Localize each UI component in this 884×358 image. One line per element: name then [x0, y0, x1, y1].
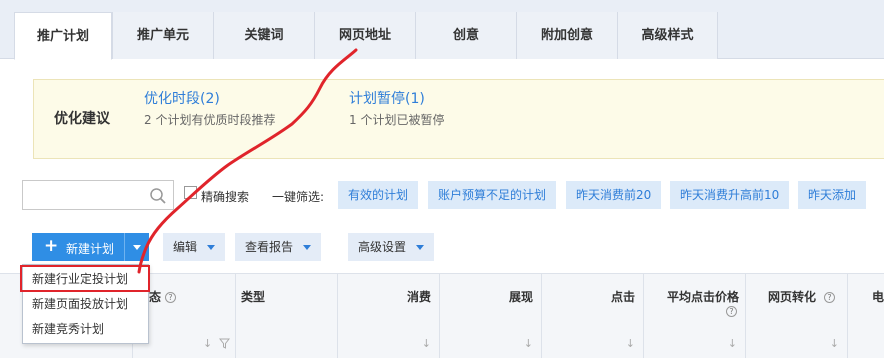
- quick-filter-label: 一键筛选:: [272, 190, 325, 204]
- suggestion-desc: 1 个计划已被暂停: [349, 113, 445, 127]
- filter-chip-budget[interactable]: 账户预算不足的计划: [428, 181, 557, 209]
- sort-icon[interactable]: ↓: [728, 337, 737, 350]
- edit-button[interactable]: 编辑: [163, 233, 226, 261]
- chevron-down-icon: [303, 245, 312, 250]
- filter-chip-top20[interactable]: 昨天消费前20: [566, 181, 662, 209]
- suggestion-time-slot: 优化时段(2) 2 个计划有优质时段推荐: [144, 88, 275, 128]
- column-title: 类型: [241, 290, 266, 304]
- help-icon[interactable]: ?: [824, 292, 836, 303]
- view-report-button[interactable]: 查看报告: [235, 233, 322, 261]
- sort-icon[interactable]: ↓: [830, 337, 839, 350]
- new-plan-button[interactable]: + 新建计划: [32, 233, 149, 261]
- filter-chip-rise10[interactable]: 昨天消费升高前10: [670, 181, 790, 209]
- column-type[interactable]: 类型: [235, 274, 337, 358]
- filter-chip-added[interactable]: 昨天添加: [798, 181, 867, 209]
- new-plan-label: 新建计划: [66, 242, 115, 256]
- search-input[interactable]: [22, 180, 174, 210]
- chevron-down-icon: [207, 245, 216, 250]
- column-title: 电: [872, 290, 884, 304]
- edit-label: 编辑: [173, 240, 198, 254]
- sort-icon[interactable]: ↓: [203, 337, 212, 350]
- filter-icon[interactable]: [219, 338, 230, 349]
- plus-icon: +: [44, 236, 59, 256]
- menu-item-showcase-plan[interactable]: 新建竞秀计划: [23, 317, 148, 342]
- suggestion-link[interactable]: 优化时段(2): [144, 88, 275, 108]
- tab-extra-creative[interactable]: 附加创意: [516, 12, 617, 59]
- optimization-suggestions: 优化建议 优化时段(2) 2 个计划有优质时段推荐 计划暂停(1) 1 个计划已…: [33, 79, 884, 159]
- search-icon[interactable]: [149, 187, 167, 205]
- advanced-label: 高级设置: [358, 240, 407, 254]
- column-impressions[interactable]: 展现 ↓: [439, 274, 541, 358]
- menu-item-page-plan[interactable]: 新建页面投放计划: [23, 292, 148, 317]
- filter-chip-valid[interactable]: 有效的计划: [338, 181, 419, 209]
- help-icon[interactable]: ?: [165, 292, 177, 303]
- sort-icon[interactable]: ↓: [626, 337, 635, 350]
- tab-creative[interactable]: 创意: [415, 12, 516, 59]
- highlight-box: [20, 265, 150, 292]
- column-title: 点击: [610, 290, 635, 304]
- help-icon[interactable]: ?: [726, 306, 737, 317]
- tab-keyword[interactable]: 关键词: [213, 12, 314, 59]
- column-partial[interactable]: 电: [847, 274, 884, 358]
- column-title: 消费: [406, 290, 431, 304]
- new-plan-dropdown-toggle[interactable]: [124, 233, 149, 261]
- tab-url[interactable]: 网页地址: [314, 12, 415, 59]
- suggest-title: 优化建议: [54, 111, 110, 127]
- chevron-down-icon: [133, 245, 141, 250]
- column-title: 态: [149, 290, 162, 304]
- tab-advanced-style[interactable]: 高级样式: [617, 12, 718, 59]
- sort-icon[interactable]: ↓: [422, 337, 431, 350]
- sort-icon[interactable]: ↓: [524, 337, 533, 350]
- column-title: 网页转化: [768, 290, 817, 304]
- column-conversion[interactable]: 网页转化? ↓: [745, 274, 847, 358]
- column-title: 平均点击价格: [666, 290, 739, 304]
- tab-plan[interactable]: 推广计划: [14, 12, 112, 60]
- column-avg-cpc[interactable]: 平均点击价格 ? ↓: [643, 274, 745, 358]
- column-title: 展现: [508, 290, 533, 304]
- exact-search-checkbox[interactable]: [184, 186, 197, 199]
- advanced-settings-button[interactable]: 高级设置: [348, 233, 435, 261]
- column-clicks[interactable]: 点击 ↓: [541, 274, 643, 358]
- suggestion-desc: 2 个计划有优质时段推荐: [144, 113, 276, 127]
- report-label: 查看报告: [245, 240, 294, 254]
- suggestion-link[interactable]: 计划暂停(1): [349, 88, 444, 108]
- tab-bar: 推广计划 推广单元 关键词 网页地址 创意 附加创意 高级样式: [0, 0, 884, 60]
- tab-unit[interactable]: 推广单元: [112, 12, 213, 59]
- exact-search-label: 精确搜索: [201, 190, 250, 204]
- chevron-down-icon: [416, 245, 425, 250]
- column-cost[interactable]: 消费 ↓: [337, 274, 439, 358]
- suggestion-paused: 计划暂停(1) 1 个计划已被暂停: [349, 88, 444, 128]
